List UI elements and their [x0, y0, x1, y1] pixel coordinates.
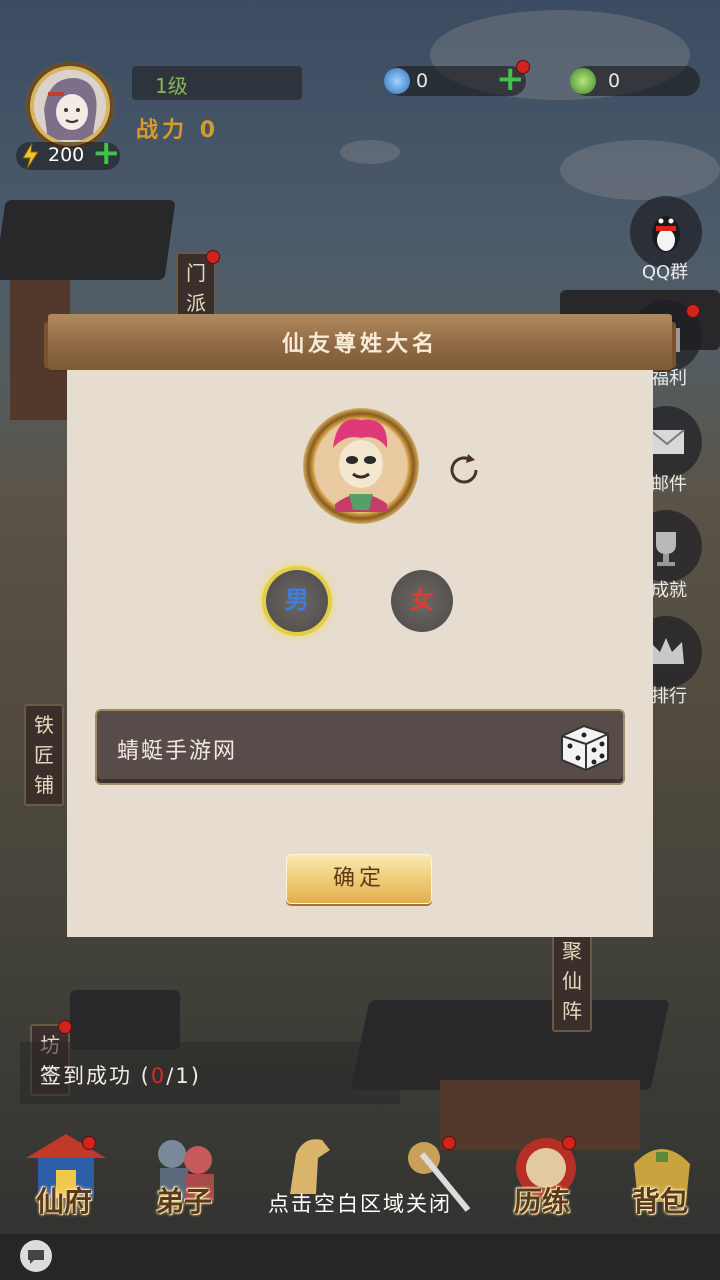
character-face — [333, 419, 388, 512]
jade-coin-icon — [570, 68, 596, 94]
confirm-button[interactable]: 确定 — [286, 854, 432, 904]
close-hint: 点击空白区域关闭 — [268, 1192, 452, 1216]
combat-power: 战力 0 — [136, 118, 219, 143]
character-portrait — [303, 408, 419, 524]
jade-value: 0 — [608, 70, 621, 92]
modal-title: 仙友尊姓大名 — [281, 332, 438, 357]
refresh-icon[interactable] — [446, 452, 482, 488]
dice-icon[interactable] — [556, 718, 614, 774]
notification-dot — [442, 1136, 456, 1150]
gender-male-button[interactable]: 男 — [266, 570, 328, 632]
notification-dot — [58, 1020, 72, 1034]
notification-dot — [206, 250, 220, 264]
qq-group-label: QQ群 — [641, 262, 689, 283]
notification-dot — [562, 1136, 576, 1150]
nav-xianfu-label: 仙府 — [35, 1185, 92, 1218]
lightning-icon — [22, 142, 39, 170]
notification-dot — [82, 1136, 96, 1150]
add-energy-button[interactable]: + — [92, 136, 121, 170]
level-text: 1级 — [155, 74, 188, 98]
gather-array-sign[interactable]: 聚仙阵 — [552, 930, 592, 1032]
diamond-value: 0 — [416, 70, 429, 92]
signin-text: 签到成功 (0/1) — [40, 1064, 201, 1088]
diamond-icon — [384, 68, 410, 94]
avatar-portrait — [34, 70, 106, 142]
chat-icon[interactable] — [20, 1240, 52, 1272]
nav-bag-label: 背包 — [631, 1185, 688, 1218]
chat-bar — [0, 1234, 720, 1280]
notification-dot — [516, 60, 530, 74]
energy-value: 200 — [48, 144, 85, 166]
notification-dot — [686, 304, 700, 318]
gender-female-button[interactable]: 女 — [391, 570, 453, 632]
name-input-value: 蜻蜓手游网 — [117, 739, 238, 764]
blacksmith-sign[interactable]: 铁匠铺 — [24, 704, 64, 806]
